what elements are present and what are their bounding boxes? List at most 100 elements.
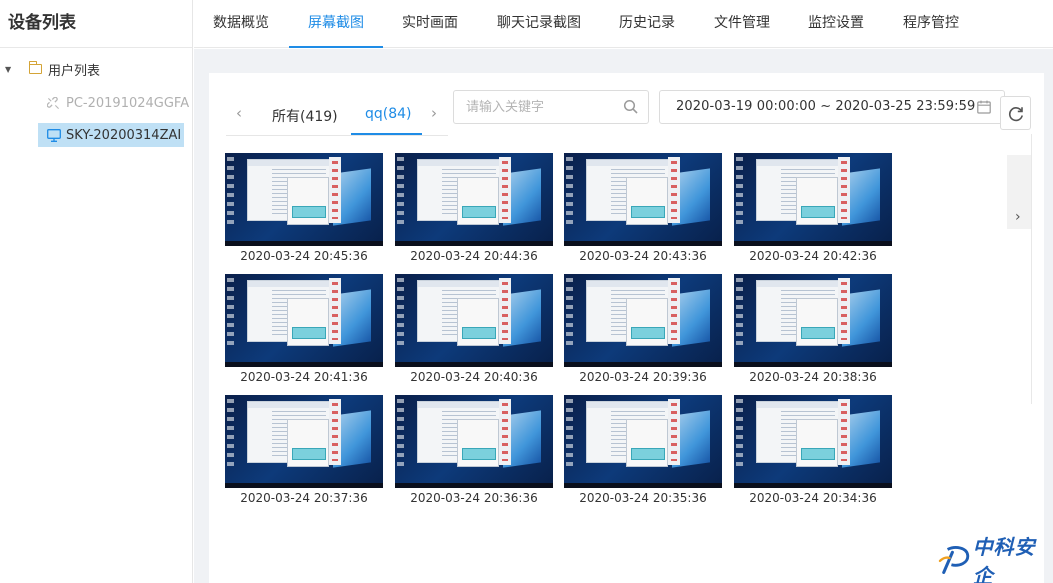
tab-file-management[interactable]: 文件管理 xyxy=(714,0,770,48)
chat-window xyxy=(796,177,838,225)
desktop-icons xyxy=(397,399,404,469)
desktop-icons xyxy=(227,278,234,348)
desktop-icons xyxy=(397,157,404,227)
company-watermark: 中科安企 xyxy=(938,535,1053,583)
search-field[interactable] xyxy=(453,90,649,124)
contact-column xyxy=(668,157,680,223)
chat-window xyxy=(796,419,838,467)
caret-down-icon[interactable]: ▼ xyxy=(5,65,14,74)
screenshot-thumbnail[interactable] xyxy=(564,274,722,367)
tab-chat-screenshots[interactable]: 聊天记录截图 xyxy=(497,0,581,48)
panel-divider xyxy=(1031,134,1032,404)
filter-tab-qq[interactable]: qq(84) xyxy=(365,106,412,122)
top-navigation: 数据概览 屏幕截图 实时画面 聊天记录截图 历史记录 文件管理 监控设置 程序管… xyxy=(194,0,1053,48)
contact-column xyxy=(329,399,341,465)
chat-window xyxy=(457,419,499,467)
desktop-icons xyxy=(736,399,743,469)
taskbar xyxy=(564,241,722,246)
contact-column xyxy=(668,278,680,344)
contact-column xyxy=(668,399,680,465)
chevron-right-icon[interactable]: › xyxy=(431,104,437,122)
tab-history[interactable]: 历史记录 xyxy=(619,0,675,48)
screenshot-timestamp: 2020-03-24 20:34:36 xyxy=(749,491,877,505)
taskbar xyxy=(564,362,722,367)
screenshot-thumbnail[interactable] xyxy=(564,395,722,488)
search-input[interactable] xyxy=(466,98,616,116)
chat-window xyxy=(626,419,668,467)
chat-window xyxy=(287,298,329,346)
tab-screenshots[interactable]: 屏幕截图 xyxy=(289,0,383,48)
link-broken-icon xyxy=(47,96,60,109)
desktop-icons xyxy=(736,157,743,227)
filter-tab-all[interactable]: 所有(419) xyxy=(272,106,338,126)
chat-window xyxy=(626,298,668,346)
folder-icon xyxy=(29,61,42,74)
taskbar xyxy=(734,483,892,488)
tab-monitor-settings[interactable]: 监控设置 xyxy=(808,0,864,48)
chat-window xyxy=(457,298,499,346)
screenshot-thumbnail[interactable] xyxy=(734,395,892,488)
screenshot-timestamp: 2020-03-24 20:36:36 xyxy=(410,491,538,505)
device-item-offline[interactable]: PC-20191024GGFA xyxy=(47,93,189,113)
screenshot-timestamp: 2020-03-24 20:45:36 xyxy=(240,249,368,263)
screenshot-timestamp: 2020-03-24 20:37:36 xyxy=(240,491,368,505)
date-range-text: 2020-03-19 00:00:00 ~ 2020-03-25 23:59:5… xyxy=(676,99,976,114)
screenshot-thumbnail[interactable] xyxy=(225,274,383,367)
taskbar xyxy=(225,241,383,246)
taskbar xyxy=(734,241,892,246)
tab-live-view[interactable]: 实时画面 xyxy=(402,0,458,48)
screenshot-thumbnail[interactable] xyxy=(225,153,383,246)
taskbar xyxy=(395,362,553,367)
contact-column xyxy=(499,399,511,465)
screenshot-thumbnail[interactable] xyxy=(564,153,722,246)
watermark-text: 中科安企 xyxy=(972,535,1036,583)
device-label: PC-20191024GGFA xyxy=(66,95,190,111)
screenshot-timestamp: 2020-03-24 20:42:36 xyxy=(749,249,877,263)
screenshot-timestamp: 2020-03-24 20:41:36 xyxy=(240,370,368,384)
screenshot-timestamp: 2020-03-24 20:40:36 xyxy=(410,370,538,384)
chat-window xyxy=(796,298,838,346)
desktop-icons xyxy=(397,278,404,348)
screenshot-thumbnail[interactable] xyxy=(225,395,383,488)
screenshot-thumbnail[interactable] xyxy=(734,153,892,246)
screenshot-timestamp: 2020-03-24 20:44:36 xyxy=(410,249,538,263)
taskbar xyxy=(395,241,553,246)
search-icon[interactable] xyxy=(623,99,639,115)
desktop-icons xyxy=(566,157,573,227)
screenshot-thumbnail[interactable] xyxy=(395,274,553,367)
date-range-picker[interactable]: 2020-03-19 00:00:00 ~ 2020-03-25 23:59:5… xyxy=(659,90,1005,124)
tab-program-control[interactable]: 程序管控 xyxy=(903,0,959,48)
device-list-panel: 设备列表 ▼ 用户列表 PC-20191024GGFA SKY-20200314… xyxy=(0,0,193,583)
tree-root-user-list[interactable]: ▼ 用户列表 xyxy=(0,56,193,82)
screenshot-thumbnail[interactable] xyxy=(395,153,553,246)
calendar-icon xyxy=(977,100,991,114)
chat-window xyxy=(457,177,499,225)
desktop-icons xyxy=(227,157,234,227)
desktop-icons xyxy=(736,278,743,348)
device-item-online-selected[interactable]: SKY-20200314ZAI xyxy=(38,123,184,147)
tab-data-overview[interactable]: 数据概览 xyxy=(213,0,269,48)
desktop-icons xyxy=(566,278,573,348)
taskbar xyxy=(225,483,383,488)
contact-column xyxy=(838,157,850,223)
screenshot-timestamp: 2020-03-24 20:38:36 xyxy=(749,370,877,384)
monitor-icon xyxy=(47,128,61,142)
chat-window xyxy=(287,419,329,467)
screenshot-timestamp: 2020-03-24 20:39:36 xyxy=(579,370,707,384)
screenshot-timestamp: 2020-03-24 20:35:36 xyxy=(579,491,707,505)
device-list-title: 设备列表 xyxy=(0,0,192,48)
contact-column xyxy=(329,278,341,344)
device-label: SKY-20200314ZAI xyxy=(66,127,182,143)
screenshot-thumbnail[interactable] xyxy=(395,395,553,488)
filter-tab-active-indicator xyxy=(351,133,422,135)
chevron-left-icon[interactable]: ‹ xyxy=(236,104,242,122)
filter-tabs-divider xyxy=(226,135,448,136)
screenshot-thumbnail[interactable] xyxy=(734,274,892,367)
desktop-icons xyxy=(566,399,573,469)
contact-column xyxy=(499,278,511,344)
taskbar xyxy=(734,362,892,367)
chevron-right-icon[interactable]: › xyxy=(1015,209,1021,225)
refresh-icon xyxy=(1008,107,1023,122)
desktop-icons xyxy=(227,399,234,469)
refresh-button[interactable] xyxy=(1000,96,1031,130)
